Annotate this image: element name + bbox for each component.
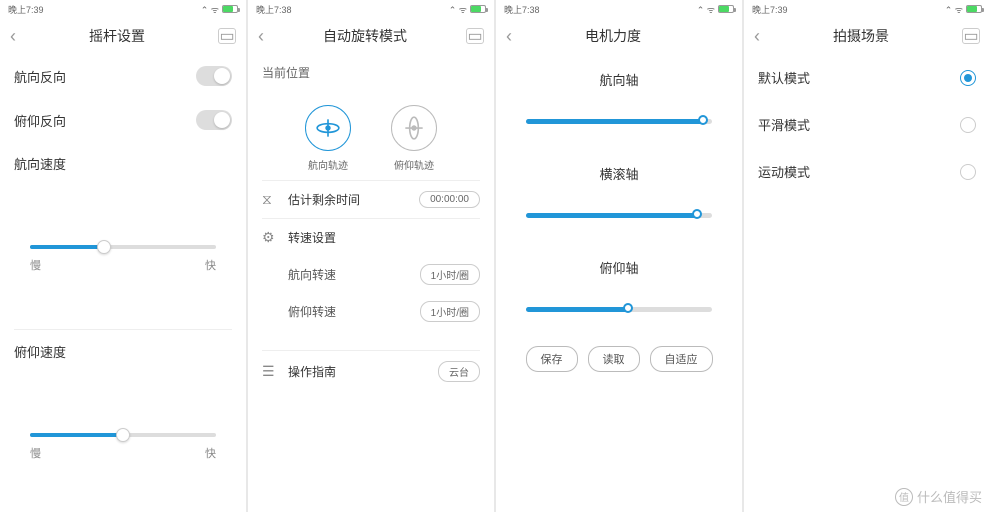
axis-heading-label: 航向轴: [526, 70, 712, 89]
doc-icon: ☰: [262, 363, 280, 380]
wifi-icon: ⌃ ᯤ: [945, 3, 963, 16]
mode-default[interactable]: 默认模式: [744, 54, 990, 101]
save-icon[interactable]: ▭: [466, 28, 484, 44]
toggle-pitch-reverse[interactable]: [196, 110, 232, 130]
radio-icon: [960, 164, 976, 180]
battery-icon: [966, 5, 982, 13]
save-button[interactable]: 保存: [526, 346, 578, 372]
page-title: 摇杆设置: [16, 26, 218, 46]
row-pitch-speed: 俯仰速度: [0, 330, 246, 373]
trajectory-pitch[interactable]: 俯仰轨迹: [391, 105, 437, 172]
row-heading-rpm[interactable]: 航向转速 1小时/圈: [248, 256, 494, 293]
slider-heading-speed[interactable]: [30, 245, 216, 249]
wifi-icon: ⌃ ᯤ: [449, 3, 467, 16]
logo-icon: 值: [895, 488, 913, 506]
hourglass-icon: ⧖: [262, 191, 280, 208]
toggle-heading-reverse[interactable]: [196, 66, 232, 86]
section-current-pos: 当前位置: [248, 54, 494, 91]
mode-smooth[interactable]: 平滑模式: [744, 101, 990, 148]
row-speed-settings: ⚙ 转速设置: [248, 219, 494, 256]
mode-sport[interactable]: 运动模式: [744, 148, 990, 195]
slider-axis-pitch[interactable]: [526, 307, 712, 312]
watermark: 值 什么值得买: [895, 487, 982, 506]
gear-icon: ⚙: [262, 229, 280, 246]
save-icon[interactable]: ▭: [218, 28, 236, 44]
slider-pitch-speed[interactable]: [30, 433, 216, 437]
radio-icon: [960, 70, 976, 86]
orbit-icon: [401, 115, 427, 141]
save-icon[interactable]: ▭: [962, 28, 980, 44]
row-est-time: ⧖ 估计剩余时间 00:00:00: [248, 181, 494, 218]
auto-button[interactable]: 自适应: [650, 346, 713, 372]
row-guide[interactable]: ☰ 操作指南 云台: [248, 351, 494, 392]
battery-icon: [718, 5, 734, 13]
battery-icon: [222, 5, 238, 13]
wifi-icon: ⌃ ᯤ: [697, 3, 715, 16]
status-bar: 晚上7:38 ⌃ ᯤ: [248, 0, 494, 18]
row-heading-speed: 航向速度: [0, 142, 246, 185]
page-title: 电机力度: [512, 26, 714, 46]
row-pitch-reverse: 俯仰反向: [0, 98, 246, 142]
est-time-value: 00:00:00: [419, 191, 480, 208]
radio-icon: [960, 117, 976, 133]
slider-axis-heading[interactable]: [526, 119, 712, 124]
screen-motor-strength: 晚上7:38⌃ ᯤ ‹ 电机力度 航向轴 横滚轴 俯仰轴 保存 读取 自适应: [496, 0, 742, 512]
orbit-icon: [315, 115, 341, 141]
axis-roll-label: 横滚轴: [526, 164, 712, 183]
navbar: ‹ 摇杆设置 ▭: [0, 18, 246, 54]
screen-joystick-settings: 晚上7:39 ⌃ ᯤ ‹ 摇杆设置 ▭ 航向反向 俯仰反向 航向速度 慢快 俯仰…: [0, 0, 246, 512]
screen-auto-rotate: 晚上7:38 ⌃ ᯤ ‹ 自动旋转模式 ▭ 当前位置 航向轨迹 俯仰轨迹 ⧖ 估…: [248, 0, 494, 512]
slider-axis-roll[interactable]: [526, 213, 712, 218]
wifi-icon: ⌃ ᯤ: [201, 3, 219, 16]
status-bar: 晚上7:39 ⌃ ᯤ: [0, 0, 246, 18]
status-time: 晚上7:39: [8, 3, 44, 16]
battery-icon: [470, 5, 486, 13]
trajectory-heading[interactable]: 航向轨迹: [305, 105, 351, 172]
page-title: 拍摄场景: [760, 26, 962, 46]
row-pitch-rpm[interactable]: 俯仰转速 1小时/圈: [248, 293, 494, 330]
row-heading-reverse: 航向反向: [0, 54, 246, 98]
page-title: 自动旋转模式: [264, 26, 466, 46]
load-button[interactable]: 读取: [588, 346, 640, 372]
screen-shooting-scene: 晚上7:39⌃ ᯤ ‹ 拍摄场景 ▭ 默认模式 平滑模式 运动模式 值 什么值得…: [744, 0, 990, 512]
axis-pitch-label: 俯仰轴: [526, 258, 712, 277]
